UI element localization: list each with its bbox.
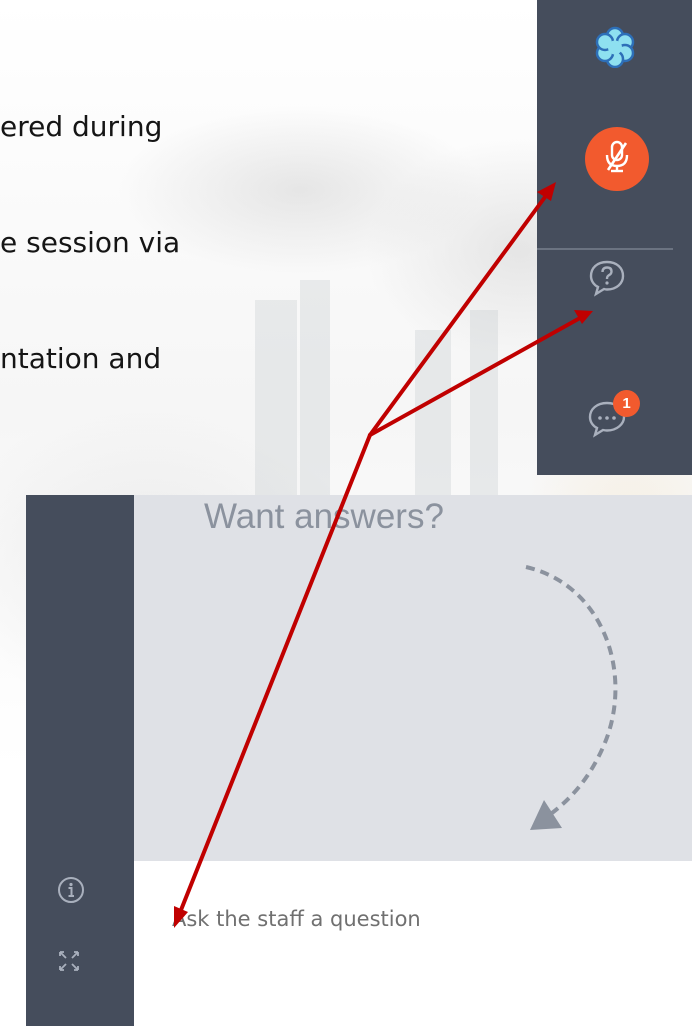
annotation-arrows <box>174 182 593 928</box>
annotation-arrow-to-input <box>179 433 372 912</box>
arrowhead <box>174 906 188 928</box>
annotation-arrow-to-qa <box>368 316 582 437</box>
annotation-arrow-to-mic <box>368 195 547 437</box>
